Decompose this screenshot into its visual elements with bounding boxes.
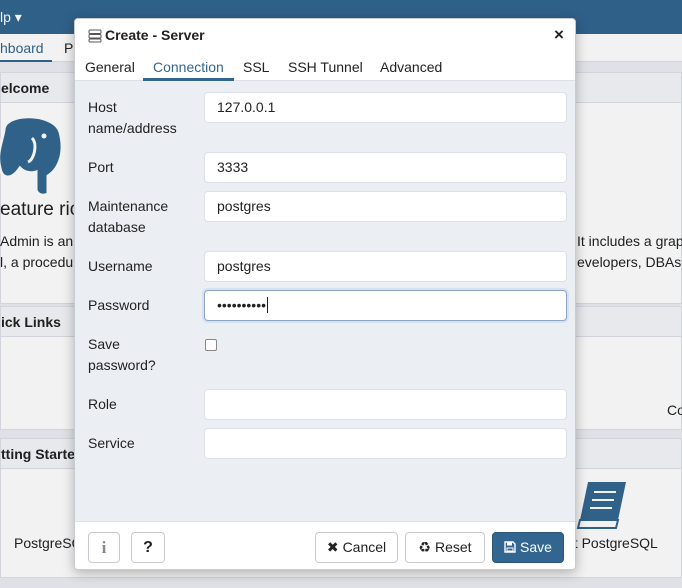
dialog-header[interactable]: Create - Server × [75, 19, 575, 53]
save-label: Save [520, 539, 552, 555]
connection-form: Host name/address 127.0.0.1 Port 3333 Ma… [75, 81, 575, 521]
dialog-footer: i ? ✖ Cancel ♻ Reset Save [75, 521, 575, 569]
save-password-checkbox[interactable] [205, 339, 217, 351]
dialog-title: Create - Server [105, 27, 205, 43]
username-input[interactable]: postgres [204, 251, 567, 282]
recycle-icon: ♻ [418, 539, 431, 555]
dialog-tabs: General Connection SSL SSH Tunnel Advanc… [75, 53, 575, 81]
service-input[interactable] [204, 428, 567, 459]
tab-ssl[interactable]: SSL [233, 53, 279, 81]
reset-button[interactable]: ♻ Reset [405, 532, 485, 563]
password-label: Password [88, 297, 150, 313]
server-icon [88, 29, 102, 43]
host-label: Host name/address [88, 99, 177, 136]
cancel-label: Cancel [342, 539, 387, 555]
port-input[interactable]: 3333 [204, 152, 567, 183]
help-button[interactable]: ? [131, 532, 165, 563]
maintenance-db-input[interactable]: postgres [204, 191, 567, 222]
cancel-button[interactable]: ✖ Cancel [315, 532, 398, 563]
reset-label: Reset [434, 539, 472, 555]
tab-advanced[interactable]: Advanced [370, 53, 452, 81]
service-label: Service [88, 435, 135, 451]
text-caret [267, 297, 269, 313]
tab-general[interactable]: General [75, 53, 145, 81]
tab-connection[interactable]: Connection [143, 53, 234, 81]
role-label: Role [88, 396, 117, 412]
close-icon: ✖ [326, 539, 339, 555]
save-button[interactable]: Save [492, 532, 564, 563]
password-input[interactable]: •••••••••• [204, 290, 567, 321]
maintenance-db-label: Maintenance database [88, 198, 169, 235]
port-label: Port [88, 159, 114, 175]
floppy-disk-icon [504, 541, 516, 553]
close-icon[interactable]: × [549, 25, 569, 45]
role-input[interactable] [204, 389, 567, 420]
save-password-label: Save password? [88, 336, 156, 373]
username-label: Username [88, 258, 153, 274]
host-input[interactable]: 127.0.0.1 [204, 92, 567, 123]
create-server-dialog: Create - Server × General Connection SSL… [74, 18, 576, 570]
info-button[interactable]: i [88, 532, 120, 563]
tab-ssh-tunnel[interactable]: SSH Tunnel [278, 53, 373, 81]
password-mask: •••••••••• [217, 297, 267, 313]
